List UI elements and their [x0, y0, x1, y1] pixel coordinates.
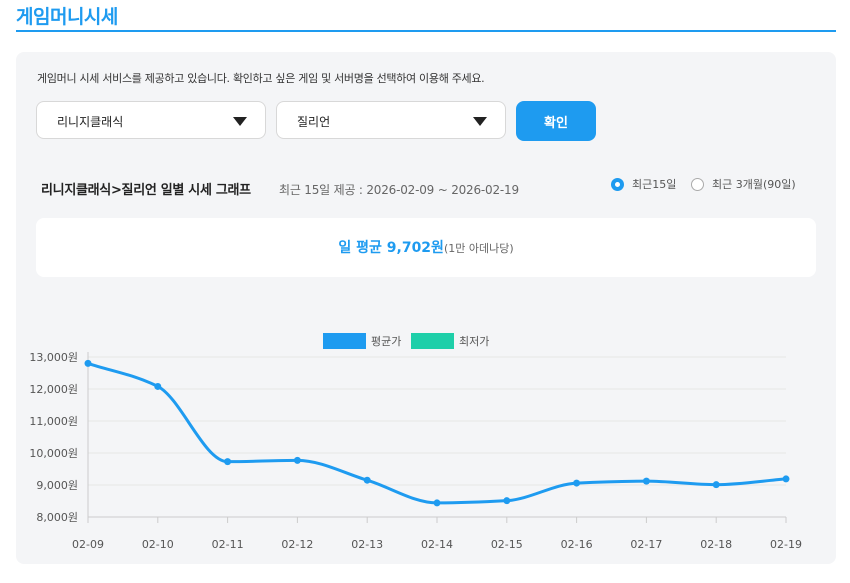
chart-grid [88, 356, 786, 518]
y-tick-label: 11,000원 [29, 415, 78, 428]
data-point [154, 382, 162, 390]
data-point [782, 475, 790, 483]
x-tick-label: 02-14 [421, 538, 453, 551]
legend-swatch [411, 333, 454, 349]
data-point [433, 499, 441, 507]
y-tick-label: 10,000원 [29, 447, 78, 460]
x-tick-label: 02-19 [770, 538, 802, 551]
data-point [224, 458, 232, 466]
x-tick-label: 02-12 [281, 538, 313, 551]
y-tick-label: 12,000원 [29, 383, 78, 396]
data-point [293, 456, 301, 464]
x-tick-label: 02-16 [561, 538, 593, 551]
chart-legend: 평균가 최저가 [323, 333, 489, 349]
data-point [642, 477, 650, 485]
x-tick-label: 02-15 [491, 538, 523, 551]
data-point [84, 359, 92, 367]
x-tick-label: 02-17 [630, 538, 662, 551]
legend-swatch [323, 333, 366, 349]
y-tick-label: 13,000원 [29, 351, 78, 364]
x-tick-label: 02-13 [351, 538, 383, 551]
price-chart: 13,000원 12,000원 11,000원 10,000원 9,000원 8,000원… [29, 333, 802, 551]
x-tick-label: 02-09 [72, 538, 104, 551]
legend-label: 평균가 [371, 335, 401, 348]
legend-label: 최저가 [459, 335, 489, 348]
x-tick-label: 02-18 [700, 538, 732, 551]
chart-series [84, 359, 790, 507]
data-point [363, 476, 371, 484]
data-point [712, 481, 720, 489]
data-point [503, 497, 511, 505]
series-line [87, 361, 787, 505]
y-tick-label: 9,000원 [36, 479, 78, 492]
y-tick-label: 8,000원 [36, 511, 78, 524]
x-tick-label: 02-10 [142, 538, 174, 551]
data-point [573, 479, 581, 487]
x-tick-label: 02-11 [212, 538, 244, 551]
